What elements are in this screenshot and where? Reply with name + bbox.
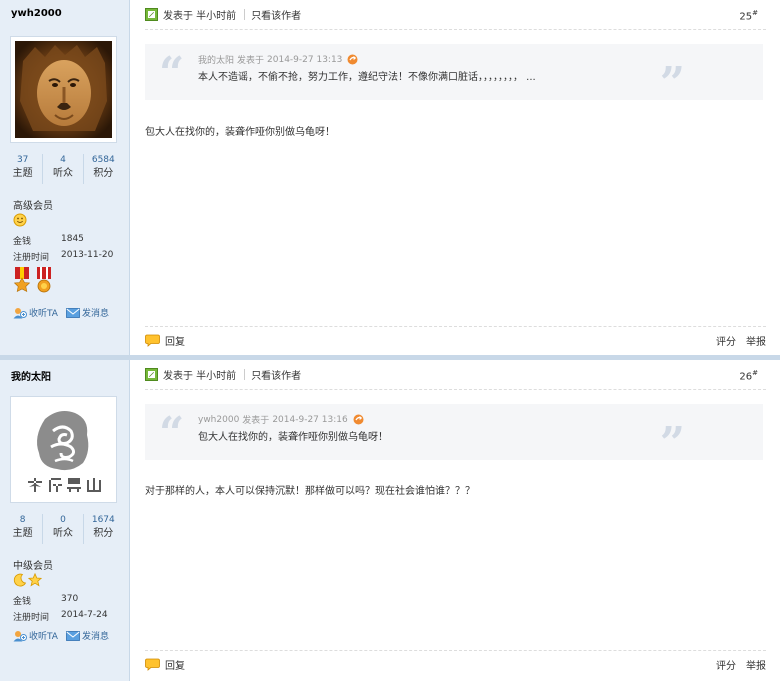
moon-icon bbox=[13, 573, 27, 587]
follow-button[interactable]: 收听TA bbox=[13, 306, 58, 319]
stat-points[interactable]: 6584 积分 bbox=[82, 154, 123, 184]
post-header: 发表于 半小时前 只看该作者 bbox=[145, 367, 301, 382]
quote-block: “ ywh2000 发表于 2014-9-27 13:16 包大人在找你的，装聋… bbox=[145, 404, 763, 466]
send-message-button[interactable]: 发消息 bbox=[66, 629, 109, 642]
quote-time: 2014-9-27 13:16 bbox=[272, 414, 348, 425]
stat-topics[interactable]: 8 主题 bbox=[3, 514, 42, 544]
seal-logo-avatar-image bbox=[15, 401, 112, 498]
quote-text: 包大人在找你的，装聋作哑你别做乌龟呀！ bbox=[198, 432, 388, 443]
open-quote-mark: “ bbox=[159, 48, 185, 99]
quote-meta: ywh2000 发表于 2014-9-27 13:16 bbox=[198, 413, 364, 426]
pen-icon bbox=[145, 368, 158, 381]
message-icon bbox=[66, 630, 80, 641]
author-name[interactable]: 我的太阳 bbox=[11, 368, 51, 383]
member-rank: 高级会员 bbox=[13, 201, 53, 212]
reply-icon bbox=[145, 334, 160, 347]
follow-icon bbox=[13, 630, 27, 641]
author-name[interactable]: ywh2000 bbox=[11, 8, 62, 19]
post-header: 发表于 半小时前 只看该作者 bbox=[145, 7, 301, 22]
report-button[interactable]: 举报 bbox=[746, 333, 766, 348]
floor-number[interactable]: 26# bbox=[739, 369, 758, 382]
author-actions: 收听TA 发消息 bbox=[13, 629, 109, 642]
arrow-link-icon[interactable] bbox=[347, 54, 358, 65]
only-author-link[interactable]: 只看该作者 bbox=[251, 7, 301, 22]
header-divider bbox=[145, 29, 766, 30]
stat-topics[interactable]: 37 主题 bbox=[3, 154, 42, 184]
reply-icon bbox=[145, 658, 160, 671]
medal-icon[interactable] bbox=[35, 267, 53, 294]
follow-icon bbox=[13, 307, 27, 318]
posted-time: 发表于 半小时前 bbox=[163, 371, 237, 382]
stat-points[interactable]: 1674 积分 bbox=[82, 514, 123, 544]
author-stats: 8 主题 0 听众 1674 积分 bbox=[3, 514, 123, 544]
smiley-icon bbox=[13, 213, 27, 227]
info-money: 金钱 370 bbox=[13, 594, 79, 607]
posted-time: 发表于 半小时前 bbox=[163, 11, 237, 22]
rate-button[interactable]: 评分 bbox=[716, 657, 736, 672]
stat-listeners[interactable]: 0 听众 bbox=[42, 514, 82, 544]
reply-button[interactable]: 回复 bbox=[145, 333, 185, 348]
info-register-date: 注册时间 2014-7-24 bbox=[13, 610, 108, 623]
send-message-button[interactable]: 发消息 bbox=[66, 306, 109, 319]
post-content: 包大人在找你的，装聋作哑你别做乌龟呀！ bbox=[145, 127, 335, 138]
info-money: 金钱 1845 bbox=[13, 234, 84, 247]
divider bbox=[244, 9, 246, 20]
post-footer: 回复 评分 举报 bbox=[145, 333, 766, 348]
message-icon bbox=[66, 307, 80, 318]
footer-actions: 评分 举报 bbox=[716, 333, 766, 348]
post-main: 发表于 半小时前 只看该作者 25# “ 我的太阳 发表于 2014-9-27 … bbox=[131, 0, 780, 355]
rank-icons bbox=[13, 213, 27, 229]
rank-icons bbox=[13, 573, 42, 589]
quote-posted-label: 发表于 bbox=[242, 416, 270, 426]
avatar[interactable] bbox=[10, 396, 117, 503]
reply-button[interactable]: 回复 bbox=[145, 657, 185, 672]
follow-button[interactable]: 收听TA bbox=[13, 629, 58, 642]
member-rank: 中级会员 bbox=[13, 561, 53, 572]
quote-block: “ 我的太阳 发表于 2014-9-27 13:13 本人不造谣，不偷不抢，努力… bbox=[145, 44, 763, 106]
post-25: ywh2000 37 主题 4 听众 6584 积分 高级会员 金钱 1845 … bbox=[0, 0, 780, 355]
quote-text: 本人不造谣，不偷不抢，努力工作，遵纪守法！不像你满口脏话，，，，，，，， ... bbox=[198, 72, 536, 83]
quote-meta: 我的太阳 发表于 2014-9-27 13:13 bbox=[198, 53, 358, 66]
close-quote-mark: ” bbox=[659, 58, 685, 109]
footer-actions: 评分 举报 bbox=[716, 657, 766, 672]
footer-divider bbox=[145, 650, 766, 651]
post-footer: 回复 评分 举报 bbox=[145, 657, 766, 672]
author-stats: 37 主题 4 听众 6584 积分 bbox=[3, 154, 123, 184]
arrow-link-icon[interactable] bbox=[353, 414, 364, 425]
report-button[interactable]: 举报 bbox=[746, 657, 766, 672]
post-content: 对于那样的人，本人可以保持沉默！那样做可以吗？现在社会谁怕谁？？？ bbox=[145, 486, 475, 497]
only-author-link[interactable]: 只看该作者 bbox=[251, 367, 301, 382]
rate-button[interactable]: 评分 bbox=[716, 333, 736, 348]
post-26: 我的太阳 8 主题 0 听众 1674 积分 中级会员 金钱 370 注册时间 … bbox=[0, 360, 780, 681]
avatar[interactable] bbox=[10, 36, 117, 143]
author-actions: 收听TA 发消息 bbox=[13, 306, 109, 319]
author-sidebar: 我的太阳 8 主题 0 听众 1674 积分 中级会员 金钱 370 注册时间 … bbox=[0, 360, 130, 681]
footer-divider bbox=[145, 326, 766, 327]
medals bbox=[13, 267, 53, 294]
header-divider bbox=[145, 389, 766, 390]
open-quote-mark: “ bbox=[159, 408, 185, 459]
stat-listeners[interactable]: 4 听众 bbox=[42, 154, 82, 184]
post-main: 发表于 半小时前 只看该作者 26# “ ywh2000 发表于 2014-9-… bbox=[131, 360, 780, 681]
divider bbox=[244, 369, 246, 380]
floor-number[interactable]: 25# bbox=[739, 9, 758, 22]
author-sidebar: ywh2000 37 主题 4 听众 6584 积分 高级会员 金钱 1845 … bbox=[0, 0, 130, 355]
medal-icon[interactable] bbox=[13, 267, 31, 294]
quote-posted-label: 发表于 bbox=[237, 56, 265, 66]
quote-author: ywh2000 bbox=[198, 414, 240, 425]
star-icon bbox=[28, 573, 42, 587]
lion-avatar-image bbox=[15, 41, 112, 138]
pen-icon bbox=[145, 8, 158, 21]
info-register-date: 注册时间 2013-11-20 bbox=[13, 250, 114, 263]
close-quote-mark: ” bbox=[659, 418, 685, 469]
quote-author: 我的太阳 bbox=[198, 56, 235, 66]
quote-time: 2014-9-27 13:13 bbox=[267, 54, 343, 65]
